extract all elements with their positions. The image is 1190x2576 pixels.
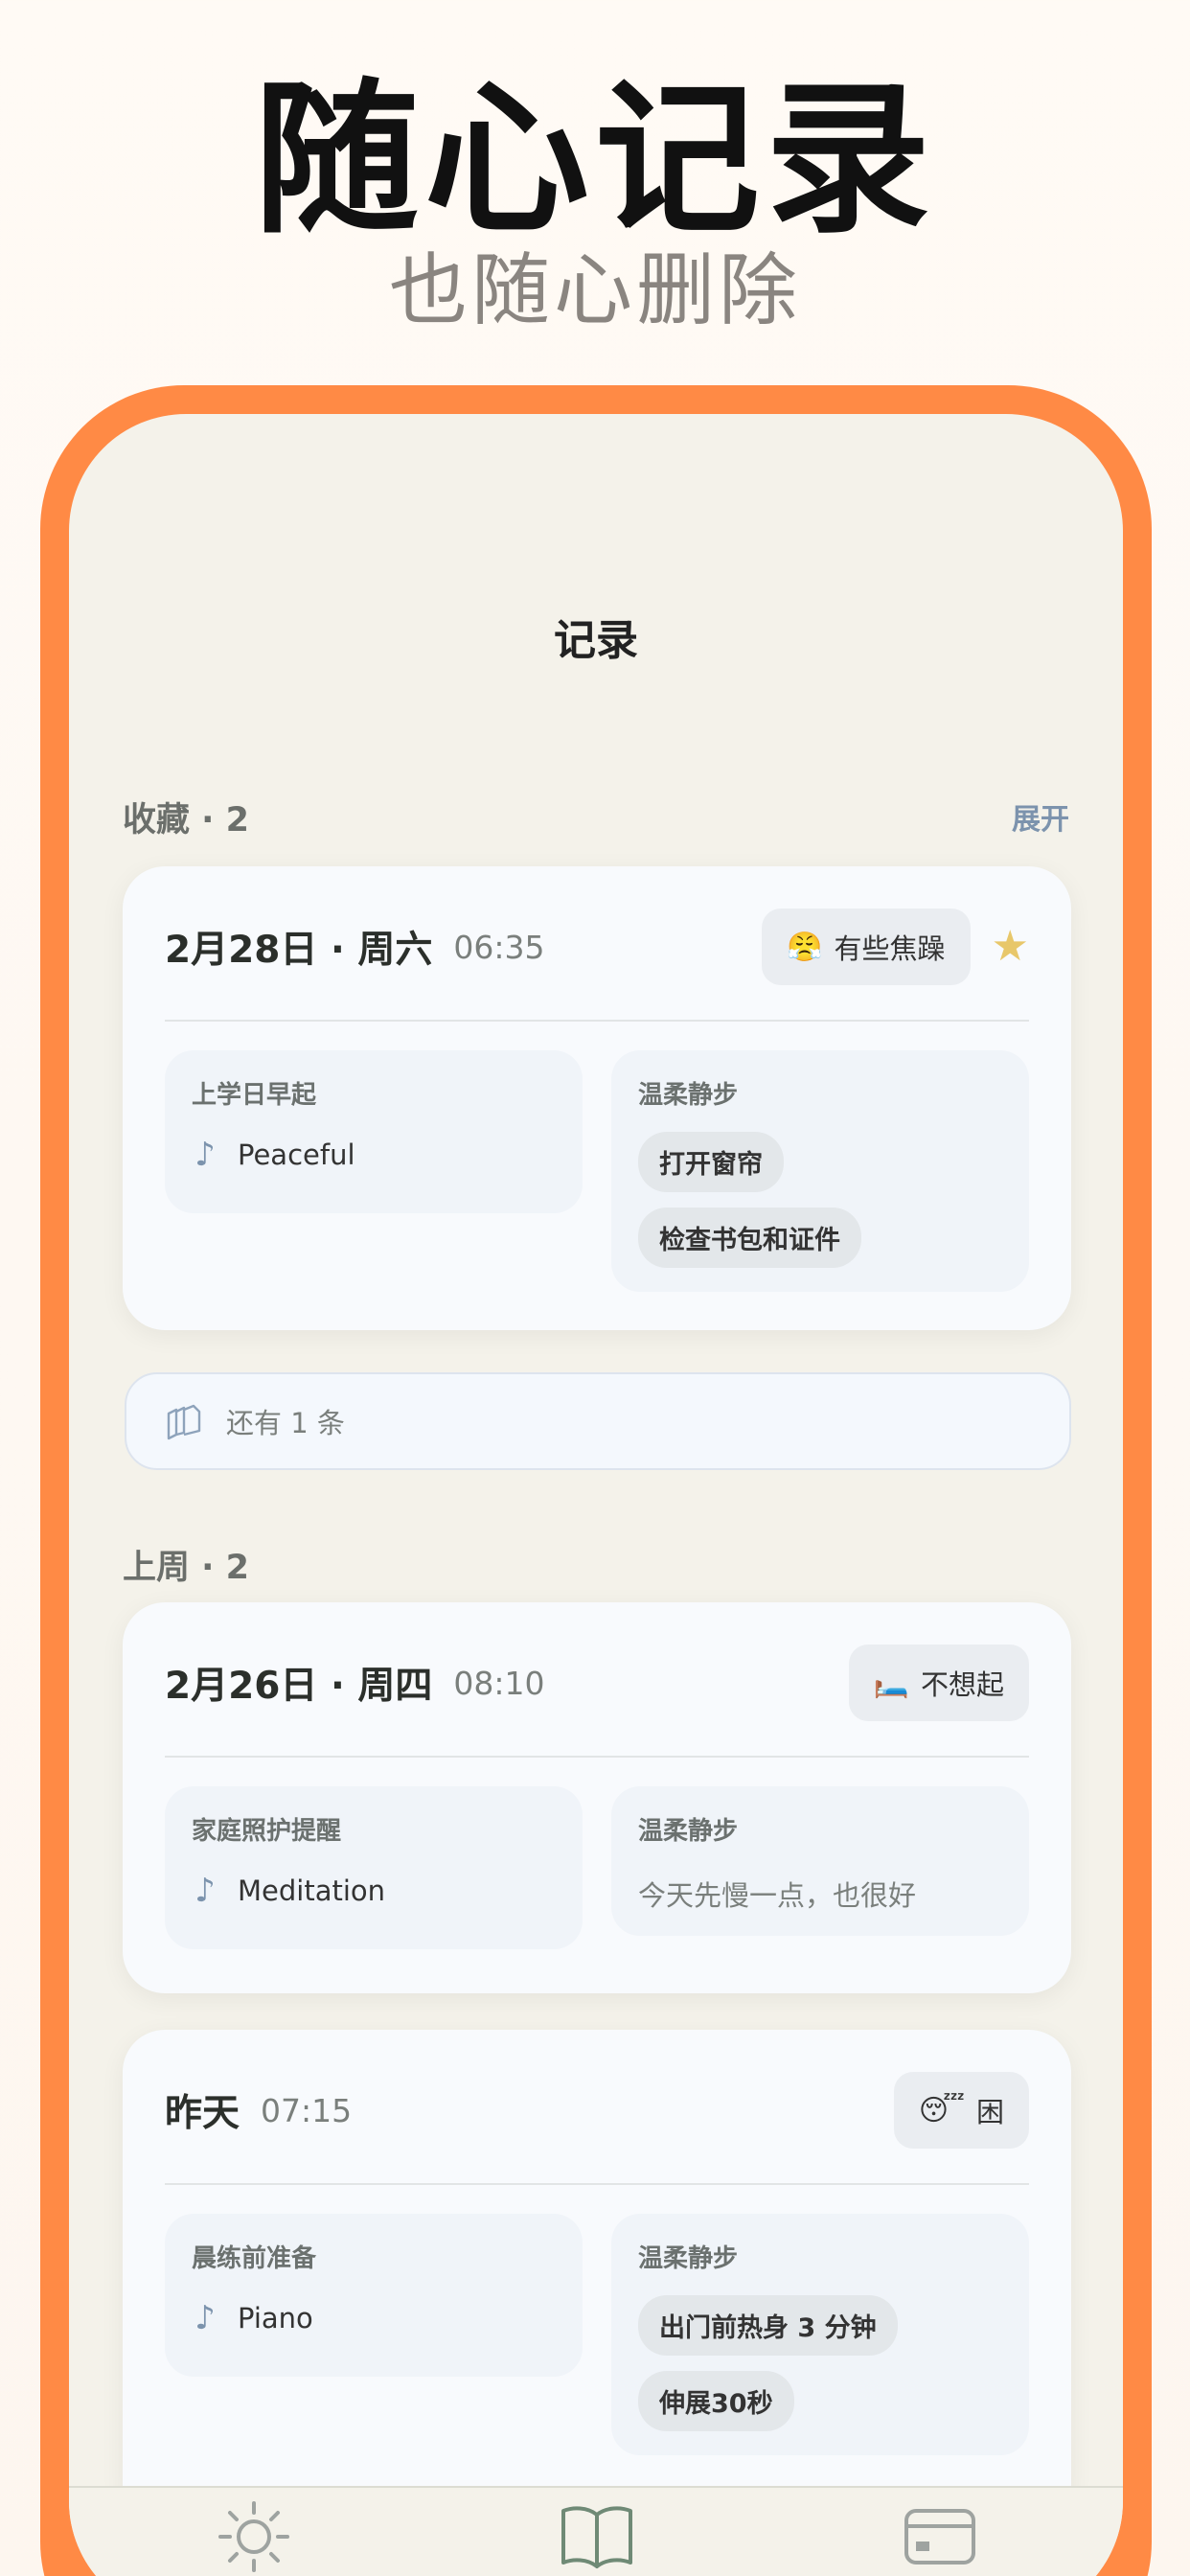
entry-date: 2月26日 · 周四: [165, 1665, 433, 1708]
entry-card[interactable]: 昨天 07:15 😴 困 晨练前准备 ♪ Piano 温柔静步 出门前热身 3 …: [123, 2030, 1071, 2528]
walk-panel[interactable]: 温柔静步 出门前热身 3 分钟 伸展30秒: [611, 2214, 1029, 2455]
last-week-label: 上周 · 2: [123, 1548, 250, 1587]
app-screen: 记录 收藏 · 2 展开 2月28日 · 周六 06:35 😤 有些焦躁 ★ 上…: [69, 414, 1123, 2576]
tab-bar: [69, 2486, 1123, 2576]
mood-badge[interactable]: 😴 困: [893, 2072, 1029, 2149]
mood-label: 不想起: [920, 1668, 1004, 1701]
music-note-icon: ♪: [195, 1136, 216, 1174]
entry-time: 08:10: [453, 1664, 545, 1702]
entry-time: 07:15: [261, 2091, 353, 2129]
walk-panel[interactable]: 温柔静步 今天先慢一点，也很好: [611, 1786, 1029, 1936]
entry-header: 昨天 07:15 😴 困: [165, 2072, 1029, 2149]
entry-date: 2月28日 · 周六: [165, 929, 433, 972]
routine-title: 晨练前准备: [192, 2244, 317, 2273]
hero-title: 随心记录: [254, 63, 936, 256]
last-week-header: 上周 · 2: [123, 1539, 1069, 1589]
mood-badge[interactable]: 😤 有些焦躁: [762, 908, 971, 985]
music-note-icon: ♪: [195, 1872, 216, 1910]
hero-subtitle: 也随心删除: [388, 245, 801, 336]
walk-title: 温柔静步: [638, 1081, 739, 1110]
book-icon: [561, 2506, 632, 2568]
music-name: Piano: [238, 2302, 313, 2334]
divider: [165, 1020, 1029, 1022]
task-chip: 检查书包和证件: [638, 1208, 861, 1268]
sun-icon: [218, 2501, 289, 2572]
divider: [165, 2183, 1029, 2185]
entry-header: 2月26日 · 周四 08:10 🛏️ 不想起: [165, 1644, 1029, 1721]
entry-card[interactable]: 2月28日 · 周六 06:35 😤 有些焦躁 ★ 上学日早起 ♪ Peacef…: [123, 866, 1071, 1330]
star-icon[interactable]: ★: [992, 926, 1029, 968]
page-title: 记录: [554, 616, 638, 665]
tab-today[interactable]: [211, 2494, 297, 2576]
entry-header: 2月28日 · 周六 06:35 😤 有些焦躁 ★: [165, 908, 1029, 985]
layers-icon: [167, 1404, 201, 1440]
music-row: ♪ Peaceful: [192, 1136, 556, 1174]
task-chip: 出门前热身 3 分钟: [638, 2295, 898, 2356]
task-chip: 伸展30秒: [638, 2371, 794, 2431]
card-icon: [904, 2509, 975, 2564]
tab-records[interactable]: [554, 2494, 640, 2576]
mood-badge[interactable]: 🛏️ 不想起: [848, 1644, 1029, 1721]
music-note-icon: ♪: [195, 2299, 216, 2337]
divider: [165, 1756, 1029, 1758]
walk-note: 今天先慢一点，也很好: [638, 1879, 917, 1912]
mood-emoji-icon: 🛏️: [873, 1666, 909, 1700]
routine-panel[interactable]: 晨练前准备 ♪ Piano: [165, 2214, 583, 2377]
entry-card[interactable]: 2月26日 · 周四 08:10 🛏️ 不想起 家庭照护提醒 ♪ Meditat…: [123, 1602, 1071, 1993]
walk-panel[interactable]: 温柔静步 打开窗帘 检查书包和证件: [611, 1050, 1029, 1292]
more-entries-button[interactable]: 还有 1 条: [125, 1372, 1071, 1470]
walk-title: 温柔静步: [638, 1817, 739, 1846]
mood-label: 困: [975, 2096, 1004, 2128]
walk-title: 温柔静步: [638, 2244, 739, 2273]
entry-time: 06:35: [453, 928, 545, 966]
expand-button[interactable]: 展开: [1012, 795, 1069, 838]
routine-title: 家庭照护提醒: [192, 1817, 342, 1846]
mood-label: 有些焦躁: [834, 932, 946, 965]
routine-panel[interactable]: 上学日早起 ♪ Peaceful: [165, 1050, 583, 1213]
routine-panel[interactable]: 家庭照护提醒 ♪ Meditation: [165, 1786, 583, 1949]
favorites-header: 收藏 · 2 展开: [123, 792, 1069, 841]
routine-title: 上学日早起: [192, 1081, 317, 1110]
mood-emoji-icon: 😤: [787, 930, 823, 964]
music-row: ♪ Meditation: [192, 1872, 556, 1910]
music-row: ♪ Piano: [192, 2299, 556, 2337]
mood-emoji-icon: 😴: [918, 2093, 965, 2128]
entry-date: 昨天: [165, 2092, 240, 2135]
task-chip: 打开窗帘: [638, 1132, 784, 1192]
more-entries-label: 还有 1 条: [226, 1407, 345, 1439]
music-name: Meditation: [238, 1874, 386, 1907]
favorites-label: 收藏 · 2: [123, 800, 250, 840]
tab-card[interactable]: [897, 2494, 983, 2576]
music-name: Peaceful: [238, 1138, 355, 1171]
